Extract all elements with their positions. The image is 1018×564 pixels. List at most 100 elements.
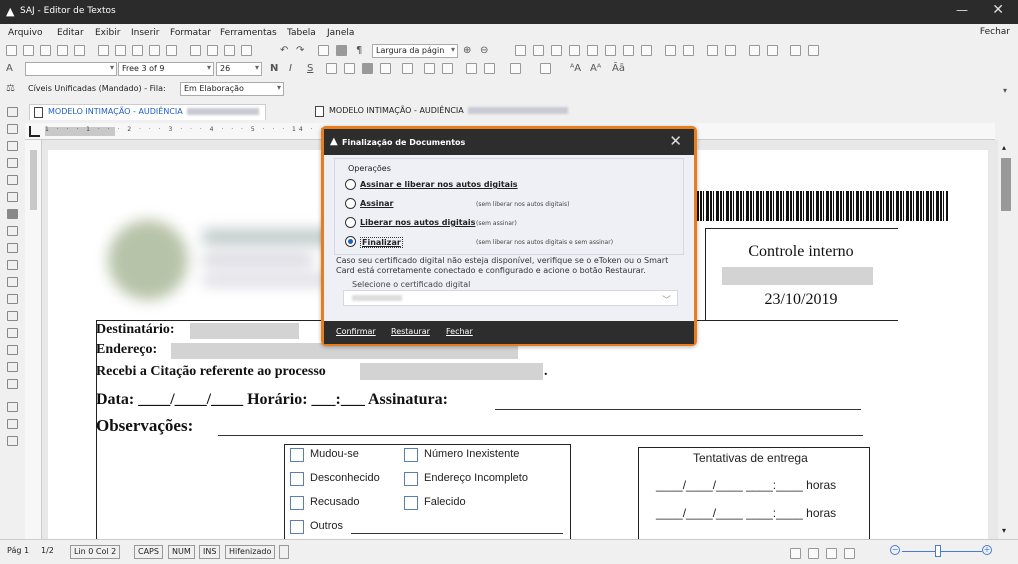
replace-icon[interactable] — [149, 45, 160, 56]
menu-editar[interactable]: Editar — [57, 28, 84, 38]
case-icon[interactable]: Āā — [612, 63, 625, 74]
format-painter-icon[interactable] — [241, 45, 252, 56]
zoom-out-button[interactable]: − — [890, 545, 900, 555]
option-assinar-liberar[interactable]: Assinar e liberar nos autos digitais — [360, 180, 518, 189]
radio-assinar[interactable] — [345, 198, 356, 209]
menu-janela[interactable]: Janela — [327, 28, 354, 38]
field-icon[interactable] — [707, 45, 718, 56]
tool-7-icon[interactable] — [7, 209, 18, 219]
italic-button[interactable]: I — [289, 63, 292, 74]
view-4-icon[interactable] — [844, 548, 855, 559]
bold-button[interactable]: N — [270, 63, 278, 74]
checkbox-recusado[interactable] — [290, 496, 304, 510]
restaurar-button[interactable]: Restaurar — [391, 327, 430, 336]
save-all-icon[interactable] — [74, 45, 85, 56]
delete-col-icon[interactable] — [587, 45, 598, 56]
align-right-icon[interactable] — [362, 63, 373, 74]
radio-finalizar[interactable] — [345, 236, 356, 247]
tab-document-1[interactable]: MODELO INTIMAÇÃO - AUDIÊNCIA — [29, 104, 266, 120]
zoom-in-icon[interactable]: ⊕ — [463, 45, 471, 56]
paste-special-icon[interactable] — [224, 45, 235, 56]
tool-9-icon[interactable] — [7, 243, 18, 253]
option-finalizar[interactable]: Finalizar — [360, 237, 403, 248]
minimize-button[interactable]: — — [956, 3, 968, 17]
pilcrow-icon[interactable]: ¶ — [356, 45, 362, 56]
option-assinar[interactable]: Assinar — [360, 199, 394, 208]
radio-assinar-liberar[interactable] — [345, 179, 356, 190]
grid-2-icon[interactable] — [808, 45, 819, 56]
spellcheck-icon[interactable] — [166, 45, 177, 56]
new-doc-icon[interactable] — [23, 45, 34, 56]
insert-col-icon[interactable] — [551, 45, 562, 56]
view-2-icon[interactable] — [808, 548, 819, 559]
open-icon[interactable] — [40, 45, 51, 56]
menu-ferramentas[interactable]: Ferramentas — [220, 28, 277, 38]
tool-15-icon[interactable] — [7, 345, 18, 355]
zoom-out-icon[interactable]: ⊖ — [480, 45, 488, 56]
tool-2-icon[interactable] — [7, 124, 18, 134]
print-icon[interactable] — [98, 45, 109, 56]
tool-16-icon[interactable] — [7, 362, 18, 372]
style-combo[interactable]: ▾ — [25, 62, 117, 76]
copy-icon[interactable] — [6, 45, 17, 56]
bullet-list-icon[interactable] — [442, 63, 453, 74]
font-size-combo[interactable]: 26 ▾ — [216, 62, 262, 76]
align-left-icon[interactable] — [326, 63, 337, 74]
zoom-track[interactable] — [902, 551, 982, 552]
grid-icon[interactable] — [790, 45, 801, 56]
radio-liberar[interactable] — [345, 217, 356, 228]
checkbox-endereco-incompleto[interactable] — [404, 472, 418, 486]
fechar-link[interactable]: Fechar — [980, 27, 1010, 37]
undo-icon[interactable]: ↶ — [280, 45, 288, 56]
tool-8-icon[interactable] — [7, 226, 18, 236]
tool-20-icon[interactable] — [7, 436, 18, 446]
text-size-icon[interactable]: ᴬA — [570, 63, 581, 74]
checkbox-desconhecido[interactable] — [290, 472, 304, 486]
underline-button[interactable]: S — [307, 63, 313, 74]
menu-inserir[interactable]: Inserir — [131, 28, 160, 38]
confirmar-button[interactable]: Confirmar — [336, 327, 376, 336]
expand-icon[interactable]: ▾ — [1003, 86, 1007, 95]
highlight-icon[interactable] — [510, 63, 521, 74]
checkbox-falecido[interactable] — [404, 496, 418, 510]
paste-icon[interactable] — [207, 45, 218, 56]
tool-10-icon[interactable] — [7, 260, 18, 270]
option-liberar[interactable]: Liberar nos autos digitais — [360, 218, 475, 227]
scroll-thumb[interactable] — [1001, 158, 1011, 211]
text-size-2-icon[interactable]: Aᴬ — [590, 63, 601, 74]
menu-tabela[interactable]: Tabela — [287, 28, 316, 38]
zoom-in-button[interactable]: + — [982, 545, 992, 555]
tool-19-icon[interactable] — [7, 419, 18, 429]
table-grid-icon[interactable] — [515, 45, 526, 56]
indent-icon[interactable] — [484, 63, 495, 74]
tab-document-2[interactable]: MODELO INTIMAÇÃO - AUDIÊNCIA — [311, 104, 574, 120]
shading-icon[interactable] — [336, 45, 347, 56]
queue-combo[interactable]: Em Elaboração ▾ — [180, 82, 284, 96]
tool-18-icon[interactable] — [7, 402, 18, 412]
checkbox-mudou-se[interactable] — [290, 448, 304, 462]
line-spacing-icon[interactable] — [402, 63, 413, 74]
checkbox-outros[interactable] — [290, 520, 304, 534]
tool-1-icon[interactable] — [7, 107, 18, 117]
redo-icon[interactable]: ↷ — [296, 45, 304, 56]
scroll-down-icon[interactable]: ▾ — [1002, 526, 1006, 535]
justify-icon[interactable] — [380, 63, 391, 74]
find-icon[interactable] — [132, 45, 143, 56]
table-props-icon[interactable] — [641, 45, 652, 56]
image-icon[interactable] — [749, 45, 760, 56]
table-icon[interactable] — [318, 45, 329, 56]
view-1-icon[interactable] — [790, 548, 801, 559]
tool-11-icon[interactable] — [7, 277, 18, 287]
tool-3-icon[interactable] — [7, 141, 18, 151]
layout-icon[interactable] — [665, 45, 676, 56]
vertical-ruler[interactable] — [25, 140, 42, 539]
save-icon[interactable] — [57, 45, 68, 56]
zoom-slider[interactable]: − + — [890, 543, 995, 559]
font-combo[interactable]: Free 3 of 9 ▾ — [118, 62, 214, 76]
outdent-icon[interactable] — [466, 63, 477, 74]
cut-icon[interactable] — [190, 45, 201, 56]
view-3-icon[interactable] — [826, 548, 837, 559]
zoom-combo[interactable]: Largura da págin ▾ — [372, 44, 458, 58]
tool-6-icon[interactable] — [7, 192, 18, 202]
tool-5-icon[interactable] — [7, 175, 18, 185]
